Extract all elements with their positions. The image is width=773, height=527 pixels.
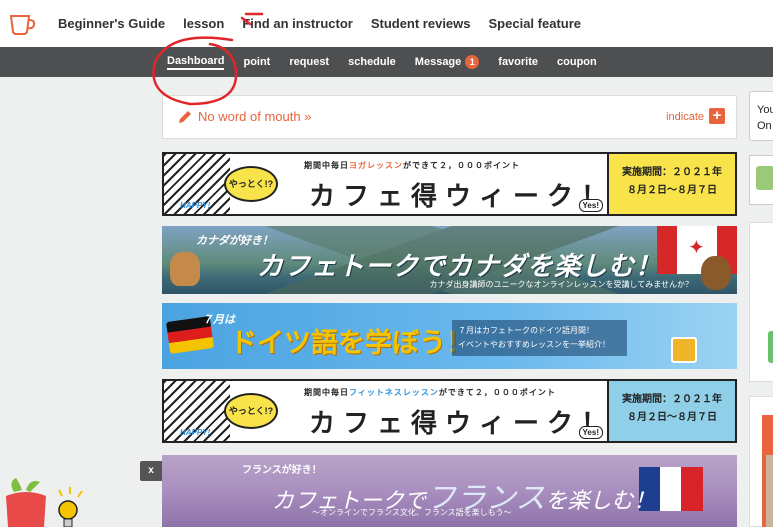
word-of-mouth-card: No word of mouth » indicate + (162, 95, 737, 139)
top-navigation: Beginner's Guide lesson Find an instruct… (0, 0, 773, 47)
mascot-illustration-icon[interactable] (0, 470, 90, 527)
nav-special-feature[interactable]: Special feature (489, 16, 582, 31)
banner-happy: HAPPY! (180, 201, 211, 210)
period-line-2: ８月２日〜８月７日 (627, 185, 717, 196)
tab-message[interactable]: Message 1 (414, 55, 480, 69)
top-text-b: ができて２，０００ポイント (403, 161, 520, 170)
maple-leaf-icon: ✦ (688, 237, 705, 259)
nav-beginners-guide[interactable]: Beginner's Guide (58, 16, 165, 31)
nav-lesson[interactable]: lesson (183, 16, 224, 31)
german-title: ドイツ語を学ぼう！ (230, 328, 473, 358)
canada-caption: カナダ出身講師のユニークなオンラインレッスンを受講してみませんか？ (429, 280, 693, 289)
sidebar-line-1: You (757, 104, 773, 116)
german-caption: ７月はカフェトークのドイツ語月間！ イベントやおすすめレッスンを一挙紹介！ (452, 320, 627, 356)
indicate-link[interactable]: indicate (666, 111, 704, 123)
sidebar-line-2: On (757, 120, 772, 132)
cafetalk-logo-icon[interactable] (8, 12, 38, 36)
tab-dashboard-label: Dashboard (167, 54, 225, 67)
squirrel-illustration (170, 252, 200, 286)
top-text-highlight: フィットネスレッスン (349, 388, 439, 397)
add-plus-button[interactable]: + (709, 108, 725, 124)
nav-find-instructor[interactable]: Find an instructor (242, 16, 353, 31)
close-button[interactable]: x (140, 461, 162, 481)
tab-coupon[interactable]: coupon (557, 56, 597, 68)
period-line-1: 実施期間：２０２１年 (622, 394, 722, 405)
period-line-2: ８月２日〜８月７日 (627, 412, 717, 423)
avatar[interactable] (756, 166, 773, 190)
top-text-b: ができて２，０００ポイント (438, 388, 556, 397)
no-word-of-mouth-link[interactable]: No word of mouth » (198, 109, 311, 124)
german-caption-line-2: イベントやおすすめレッスンを一挙紹介！ (458, 340, 610, 349)
pencil-icon (179, 111, 191, 123)
sub-navigation: Dashboard point request schedule Message… (0, 47, 773, 77)
banner-main-title: カフェ得ウィーク！ (309, 182, 616, 212)
banner-period: 実施期間：２０２１年 ８月２日〜８月７日 (607, 381, 735, 441)
sidebar-avatar-card (749, 155, 773, 205)
sidebar-banner-image (766, 455, 773, 527)
top-text-highlight: ヨガレッスン (349, 161, 403, 170)
france-banner[interactable]: フランスが好き！ カフェトークでフランスを楽しむ！ 〜オンラインでフランス文化、… (162, 455, 737, 527)
beaver-illustration (701, 256, 731, 290)
german-banner[interactable]: ７月は ドイツ語を学ぼう！ ７月はカフェトークのドイツ語月間！ イベントやおすすめ… (162, 303, 737, 369)
top-text-a: 期間中毎日 (304, 388, 349, 397)
sidebar-green-button[interactable] (768, 331, 773, 363)
canada-banner[interactable]: ✦ カナダが好き！ カフェトークでカナダを楽しむ！ カナダ出身講師のユニークなオ… (162, 226, 737, 294)
banner-bubble: やっとく!? (224, 166, 278, 202)
nav-student-reviews[interactable]: Student reviews (371, 16, 471, 31)
banner-top-text: 期間中毎日フィットネスレッスンができて２，０００ポイント (304, 387, 556, 398)
top-text-a: 期間中毎日 (304, 161, 349, 170)
banner-happy: HAPPY! (180, 428, 211, 437)
tab-schedule[interactable]: schedule (348, 56, 396, 68)
tab-message-label: Message (414, 56, 462, 68)
tab-request[interactable]: request (289, 56, 329, 68)
france-title-b: を楽しむ！ (545, 488, 656, 513)
sidebar-user-card: You On (749, 91, 773, 141)
banner-yes: Yes! (578, 199, 603, 212)
german-caption-line-1: ７月はカフェトークのドイツ語月間！ (458, 326, 594, 335)
message-count-badge: 1 (465, 55, 480, 69)
cafe-week-fitness-banner[interactable]: やっとく!? HAPPY! 期間中毎日フィットネスレッスンができて２，０００ポイ… (162, 379, 737, 443)
banner-bubble: やっとく!? (224, 393, 278, 429)
period-line-1: 実施期間：２０２１年 (622, 167, 722, 178)
sidebar-ad-panel (749, 396, 773, 527)
sidebar-panel (749, 222, 773, 382)
cafe-week-yoga-banner[interactable]: やっとく!? HAPPY! 期間中毎日ヨガレッスンができて２，０００ポイント カ… (162, 152, 737, 216)
france-caption: 〜オンラインでフランス文化、フランス語を楽しもう〜 (312, 508, 512, 517)
banner-yes: Yes! (578, 426, 603, 439)
canada-title: カフェトークでカナダを楽しむ！ (257, 251, 663, 281)
tab-dashboard[interactable]: Dashboard (167, 54, 225, 70)
banner-top-text: 期間中毎日ヨガレッスンができて２，０００ポイント (304, 160, 520, 171)
beer-mug-icon (671, 337, 697, 363)
tab-favorite[interactable]: favorite (498, 56, 538, 68)
banner-period: 実施期間：２０２１年 ８月２日〜８月７日 (607, 154, 735, 214)
tab-point[interactable]: point (243, 56, 270, 68)
sidebar-user-text: You On (757, 102, 773, 134)
banner-main-title: カフェ得ウィーク！ (309, 409, 616, 439)
